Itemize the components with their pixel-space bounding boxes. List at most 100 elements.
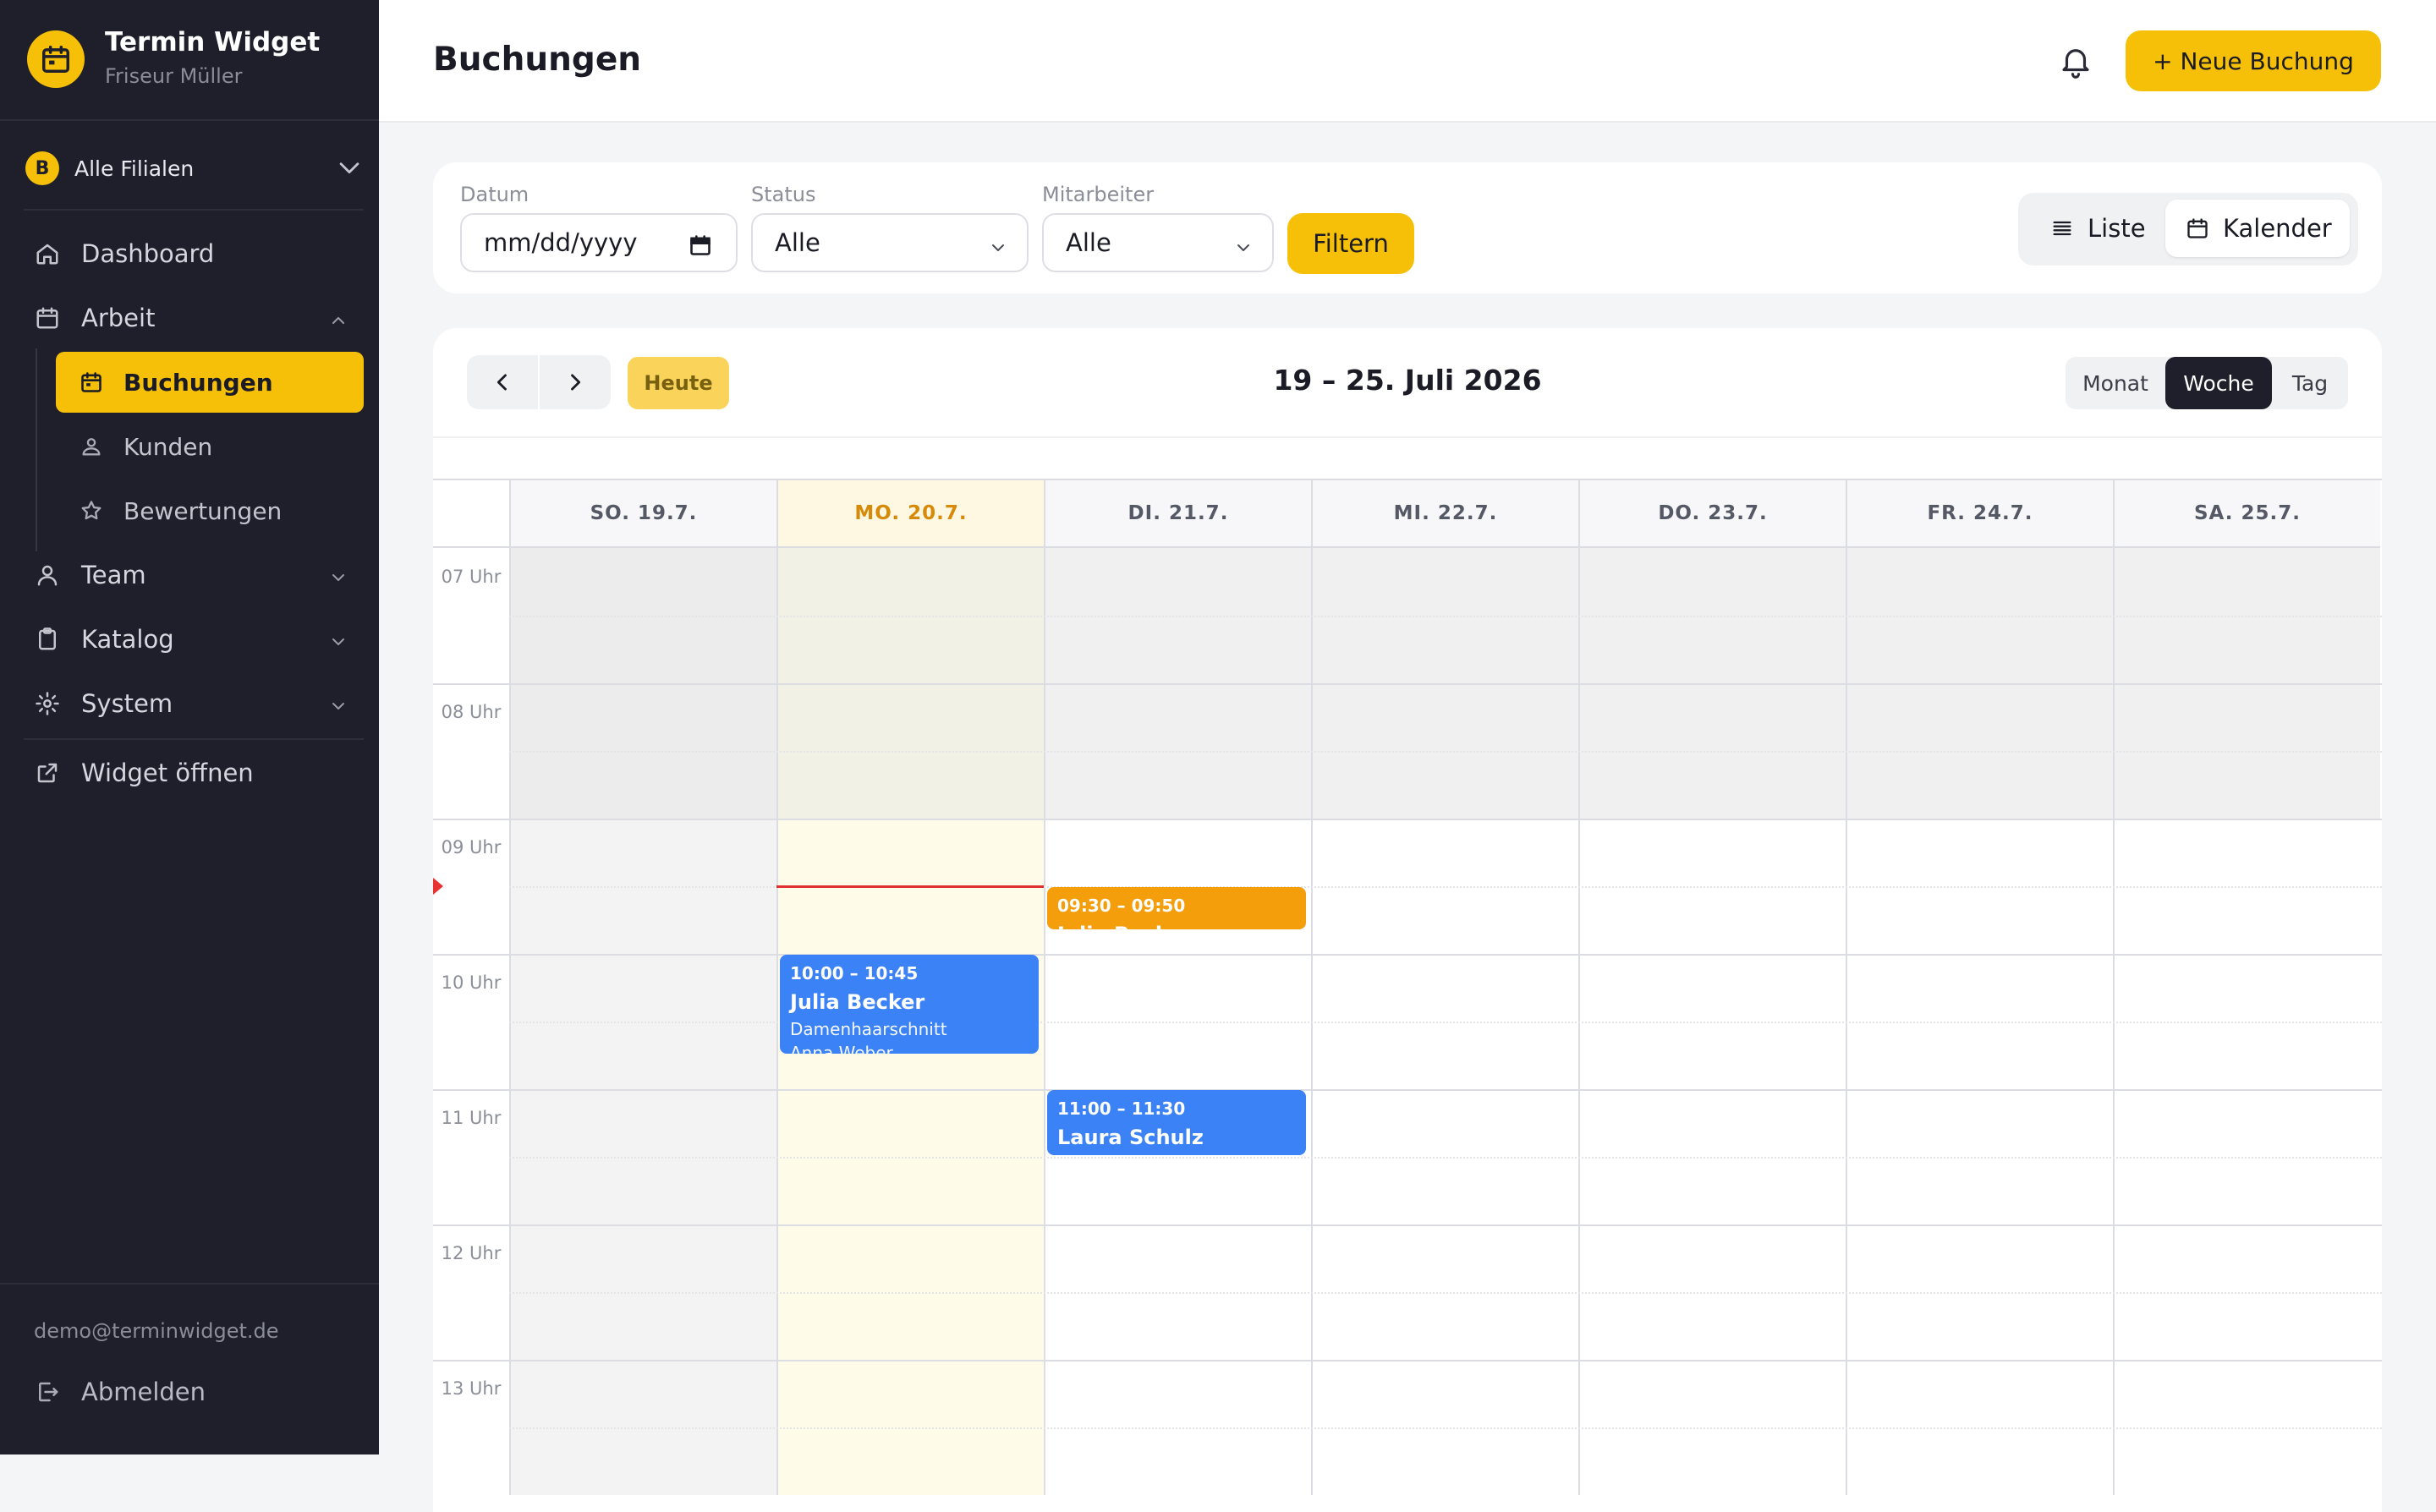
- chevron-up-icon: [328, 308, 348, 337]
- day-header[interactable]: DO. 23.7.: [1578, 480, 1846, 548]
- mode-week-button[interactable]: Woche: [2165, 357, 2272, 409]
- hour-gridline: [433, 954, 2382, 956]
- sidebar-item-dashboard[interactable]: Dashboard: [30, 224, 365, 283]
- sidebar-item-team[interactable]: Team: [30, 545, 365, 605]
- view-list-label: Liste: [2088, 214, 2146, 243]
- list-icon: [2050, 216, 2074, 240]
- week-grid: SO. 19.7. MO. 20.7. DI. 21.7. MI. 22.7. DO. …: [433, 479, 2382, 1495]
- status-select[interactable]: Alle: [751, 213, 1029, 272]
- sidebar-item-label: Arbeit: [81, 304, 156, 332]
- hour-label: 08 Uhr: [441, 702, 502, 722]
- now-indicator-line: [776, 885, 1044, 888]
- chevron-down-icon: [335, 153, 364, 185]
- sidebar-item-kunden[interactable]: Kunden: [56, 416, 364, 477]
- staff-label: Mitarbeiter: [1042, 183, 1155, 206]
- calendar-icon: [30, 301, 64, 335]
- half-hour-gridline: [509, 1157, 2382, 1159]
- calendar-icon: [2186, 216, 2209, 240]
- half-hour-gridline: [509, 1292, 2382, 1294]
- staff-select[interactable]: Alle: [1042, 213, 1274, 272]
- sidebar: Termin Widget Friseur Müller B Alle Fili…: [0, 0, 379, 1454]
- booking-event[interactable]: 10:00 – 10:45 Julia Becker Damenhaarschnit…: [780, 955, 1039, 1054]
- date-placeholder: mm/dd/yyyy: [484, 228, 638, 257]
- prev-week-button[interactable]: [467, 355, 538, 409]
- calendar-card: Heute 19 – 25. Juli 2026 Monat Woche Tag…: [433, 328, 2382, 1512]
- calendar-logo-icon: [27, 30, 85, 88]
- submenu-rail: [36, 348, 37, 551]
- sidebar-item-system[interactable]: System: [30, 674, 365, 733]
- sidebar-item-label: Dashboard: [81, 239, 215, 268]
- half-hour-gridline: [509, 751, 2382, 753]
- hour-label: 10 Uhr: [441, 972, 502, 993]
- branch-selector[interactable]: B Alle Filialen: [25, 148, 364, 190]
- filter-bar: Datum mm/dd/yyyy Status Alle Mitarbeiter…: [433, 162, 2382, 293]
- view-toggle: Liste Kalender: [2018, 193, 2358, 266]
- event-customer: Laura Schulz: [1057, 1126, 1204, 1149]
- calendar-icon: [76, 367, 107, 397]
- sidebar-item-label: Katalog: [81, 625, 174, 654]
- home-icon: [30, 237, 64, 271]
- day-header[interactable]: FR. 24.7.: [1846, 480, 2113, 548]
- clipboard-icon: [30, 622, 64, 656]
- branch-label: Alle Filialen: [74, 156, 195, 181]
- day-header[interactable]: MI. 22.7.: [1311, 480, 1578, 548]
- mode-day-button[interactable]: Tag: [2272, 357, 2348, 409]
- new-booking-button[interactable]: + Neue Buchung: [2126, 30, 2381, 91]
- brand: Termin Widget Friseur Müller: [0, 0, 379, 121]
- status-value: Alle: [775, 228, 820, 257]
- mode-month-button[interactable]: Monat: [2066, 357, 2165, 409]
- sidebar-item-arbeit[interactable]: Arbeit: [30, 288, 365, 348]
- week-range-title: 19 – 25. Juli 2026: [1273, 364, 1542, 397]
- hour-label: 11 Uhr: [441, 1108, 502, 1128]
- sidebar-item-label: Team: [81, 561, 146, 589]
- sidebar-item-label: Buchungen: [123, 368, 273, 397]
- today-button[interactable]: Heute: [628, 357, 729, 409]
- sidebar-item-label: Kunden: [123, 432, 213, 461]
- calendar-toolbar: Heute 19 – 25. Juli 2026 Monat Woche Tag: [433, 328, 2382, 438]
- hour-label: 09 Uhr: [441, 837, 502, 857]
- filter-button[interactable]: Filtern: [1287, 213, 1414, 274]
- staff-value: Alle: [1066, 228, 1111, 257]
- sidebar-item-widget[interactable]: Widget öffnen: [30, 743, 365, 803]
- hour-label: 13 Uhr: [441, 1378, 502, 1399]
- hour-gridline: [433, 1089, 2382, 1091]
- users-icon: [76, 431, 107, 462]
- chevron-down-icon: [328, 629, 348, 658]
- user-icon: [30, 558, 64, 592]
- chevron-down-icon: [1233, 235, 1254, 264]
- bell-icon[interactable]: [2052, 37, 2099, 85]
- sidebar-item-label: Bewertungen: [123, 496, 283, 525]
- logout-icon: [30, 1375, 64, 1409]
- page-title: Buchungen: [433, 41, 642, 79]
- chevron-down-icon: [328, 693, 348, 722]
- booking-event[interactable]: 09:30 – 09:50 Julia Becker: [1047, 887, 1306, 930]
- event-customer: Julia Becker: [790, 990, 925, 1014]
- view-list-button[interactable]: Liste: [2025, 200, 2174, 257]
- chevron-down-icon: [328, 565, 348, 594]
- top-header: Buchungen + Neue Buchung: [379, 0, 2436, 123]
- sidebar-item-bewertungen[interactable]: Bewertungen: [56, 480, 364, 541]
- time-gutter-header: [433, 480, 509, 548]
- day-header[interactable]: SO. 19.7.: [509, 480, 776, 548]
- half-hour-gridline: [509, 1427, 2382, 1429]
- day-header[interactable]: MO. 20.7.: [776, 480, 1044, 548]
- sidebar-item-katalog[interactable]: Katalog: [30, 610, 365, 669]
- day-header[interactable]: SA. 25.7.: [2113, 480, 2380, 548]
- event-staff: Anna Weber: [790, 1043, 893, 1054]
- view-calendar-button[interactable]: Kalender: [2165, 200, 2350, 257]
- chevron-down-icon: [988, 235, 1008, 264]
- view-calendar-label: Kalender: [2223, 214, 2332, 243]
- date-input[interactable]: mm/dd/yyyy: [460, 213, 738, 272]
- logout-button[interactable]: Abmelden: [30, 1363, 206, 1421]
- next-week-button[interactable]: [540, 355, 611, 409]
- day-header[interactable]: DI. 21.7.: [1044, 480, 1311, 548]
- sidebar-item-label: Widget öffnen: [81, 759, 254, 787]
- calendar-picker-icon[interactable]: [689, 233, 712, 263]
- branch-badge: B: [25, 151, 59, 185]
- event-time: 11:00 – 11:30: [1057, 1098, 1186, 1119]
- hour-gridline: [433, 1224, 2382, 1226]
- calendar-mode-group: Monat Woche Tag: [2066, 357, 2348, 409]
- booking-event[interactable]: 11:00 – 11:30 Laura Schulz: [1047, 1090, 1306, 1155]
- sidebar-item-buchungen[interactable]: Buchungen: [56, 352, 364, 413]
- chevron-left-icon: [497, 374, 507, 391]
